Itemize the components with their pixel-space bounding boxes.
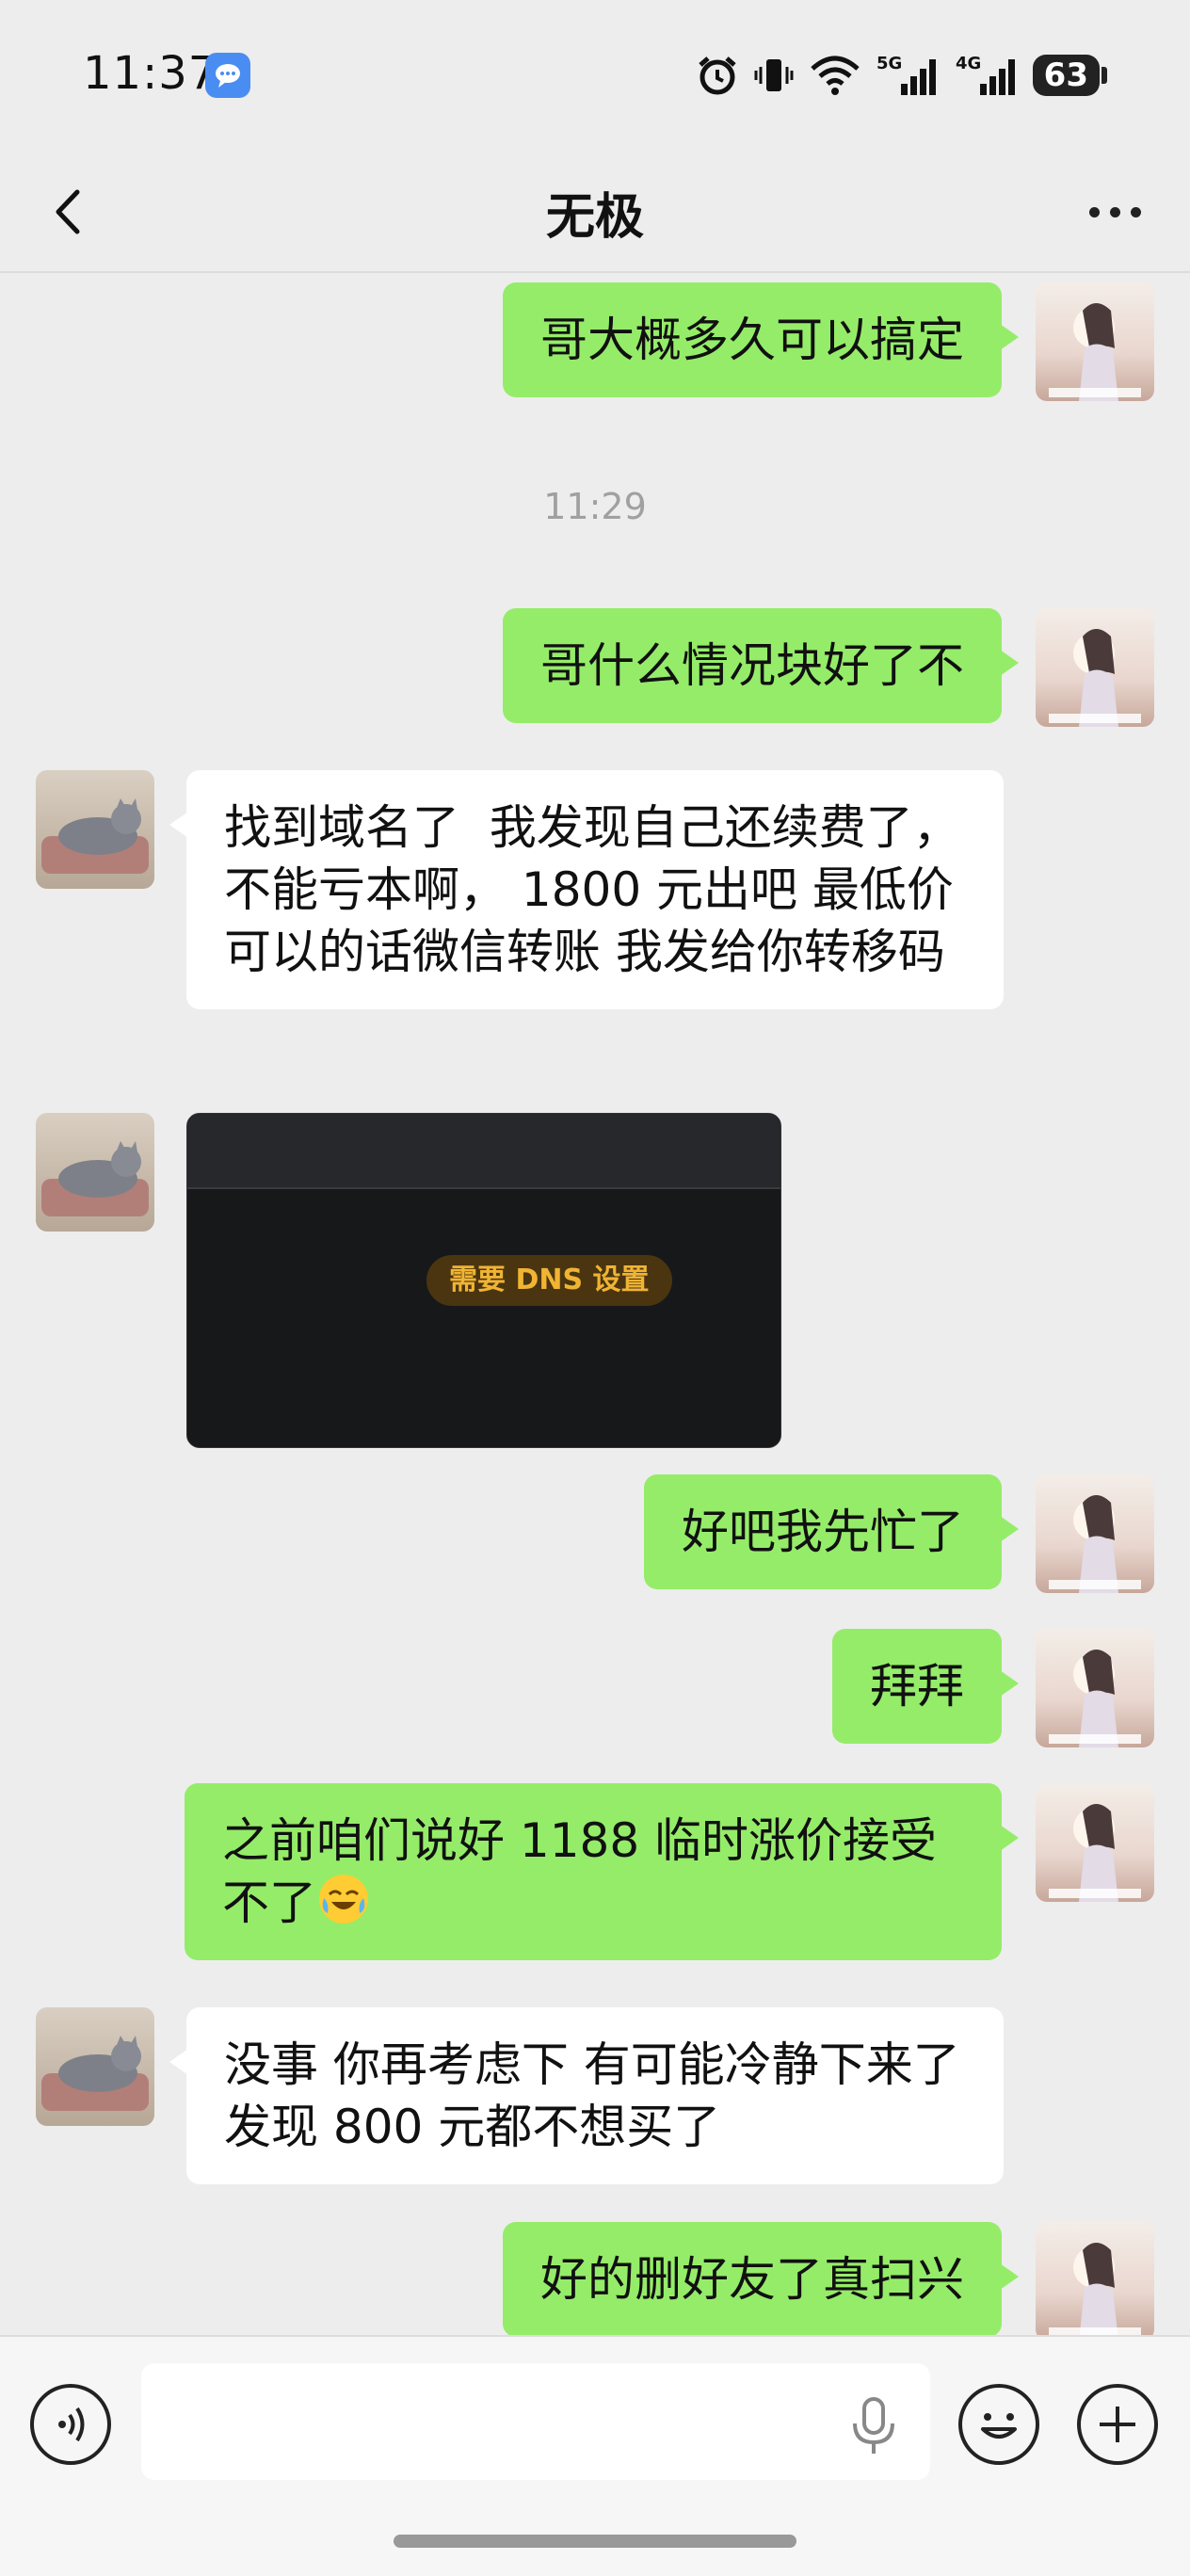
network-label-1: 5G: [876, 54, 902, 73]
message-bubble-received[interactable]: 找到域名了 我发现自己还续费了，不能亏本啊， 1800 元出吧 最低价 可以的话…: [169, 770, 1004, 1009]
chat-title: 无极: [545, 189, 644, 246]
image-topbar: [187, 1114, 780, 1189]
message-bubble-sent[interactable]: 哥什么情况块好了不: [503, 608, 1019, 723]
microphone-icon[interactable]: [847, 2395, 900, 2457]
alarm-icon: [699, 56, 736, 95]
message-bubble-sent[interactable]: 好的删好友了真扫兴: [503, 2222, 1019, 2335]
smiley-icon: [981, 2413, 1017, 2439]
home-indicator[interactable]: [394, 2535, 796, 2548]
contact-avatar[interactable]: [36, 2007, 154, 2126]
message-bubble-sent[interactable]: 哥大概多久可以搞定: [503, 282, 1019, 397]
signal-4g-icon: 4G: [956, 54, 1015, 95]
plus-icon: [1100, 2407, 1135, 2442]
my-avatar[interactable]: [1036, 1474, 1154, 1593]
message-bubble-sent[interactable]: 好吧我先忙了: [644, 1474, 1019, 1589]
message-bubble-received[interactable]: 没事 你再考虑下 有可能冷静下来了发现 800 元都不想买了: [169, 2007, 1004, 2184]
chat-header: 无极: [0, 151, 1190, 273]
voice-icon: [58, 2407, 85, 2442]
status-icons: 5G 4G 63: [696, 51, 1107, 100]
message-input[interactable]: [141, 2363, 930, 2480]
battery-indicator: 63: [1032, 55, 1107, 96]
battery-level: 63: [1032, 55, 1100, 96]
timestamp: 11:29: [543, 486, 647, 527]
more-options-button[interactable]: [1077, 179, 1152, 245]
input-bar: [0, 2335, 1190, 2576]
contact-avatar[interactable]: [36, 1113, 154, 1232]
my-avatar[interactable]: [1036, 2222, 1154, 2335]
message-list[interactable]: 哥大概多久可以搞定 11:29 哥什么情况块好了不 找到域名了 我发现自己还续费…: [0, 273, 1190, 2335]
image-message[interactable]: 需要 DNS 设置: [186, 1113, 781, 1448]
contact-avatar[interactable]: [36, 770, 154, 889]
wifi-icon: [810, 56, 860, 95]
my-avatar[interactable]: [1036, 1783, 1154, 1902]
dns-setup-badge: 需要 DNS 设置: [426, 1255, 672, 1306]
signal-5g-icon: 5G: [876, 54, 936, 95]
my-avatar[interactable]: [1036, 608, 1154, 727]
network-label-2: 4G: [956, 54, 981, 73]
emoji-button[interactable]: [958, 2384, 1039, 2465]
vibrate-icon: [754, 59, 794, 91]
message-notification-icon: [205, 53, 250, 98]
message-bubble-sent[interactable]: 拜拜: [832, 1629, 1019, 1744]
my-avatar[interactable]: [1036, 1629, 1154, 1747]
more-dots-icon: [1088, 206, 1100, 217]
more-functions-button[interactable]: [1077, 2384, 1158, 2465]
voice-input-button[interactable]: [30, 2384, 111, 2465]
status-bar: 11:37 5G 4G 63: [0, 0, 1190, 151]
laughing-crying-emoji-icon: [319, 1875, 368, 1924]
message-bubble-sent[interactable]: 之前咱们说好 1188 临时涨价接受不了: [185, 1783, 1019, 1960]
status-time: 11:37: [83, 47, 218, 100]
my-avatar[interactable]: [1036, 282, 1154, 401]
